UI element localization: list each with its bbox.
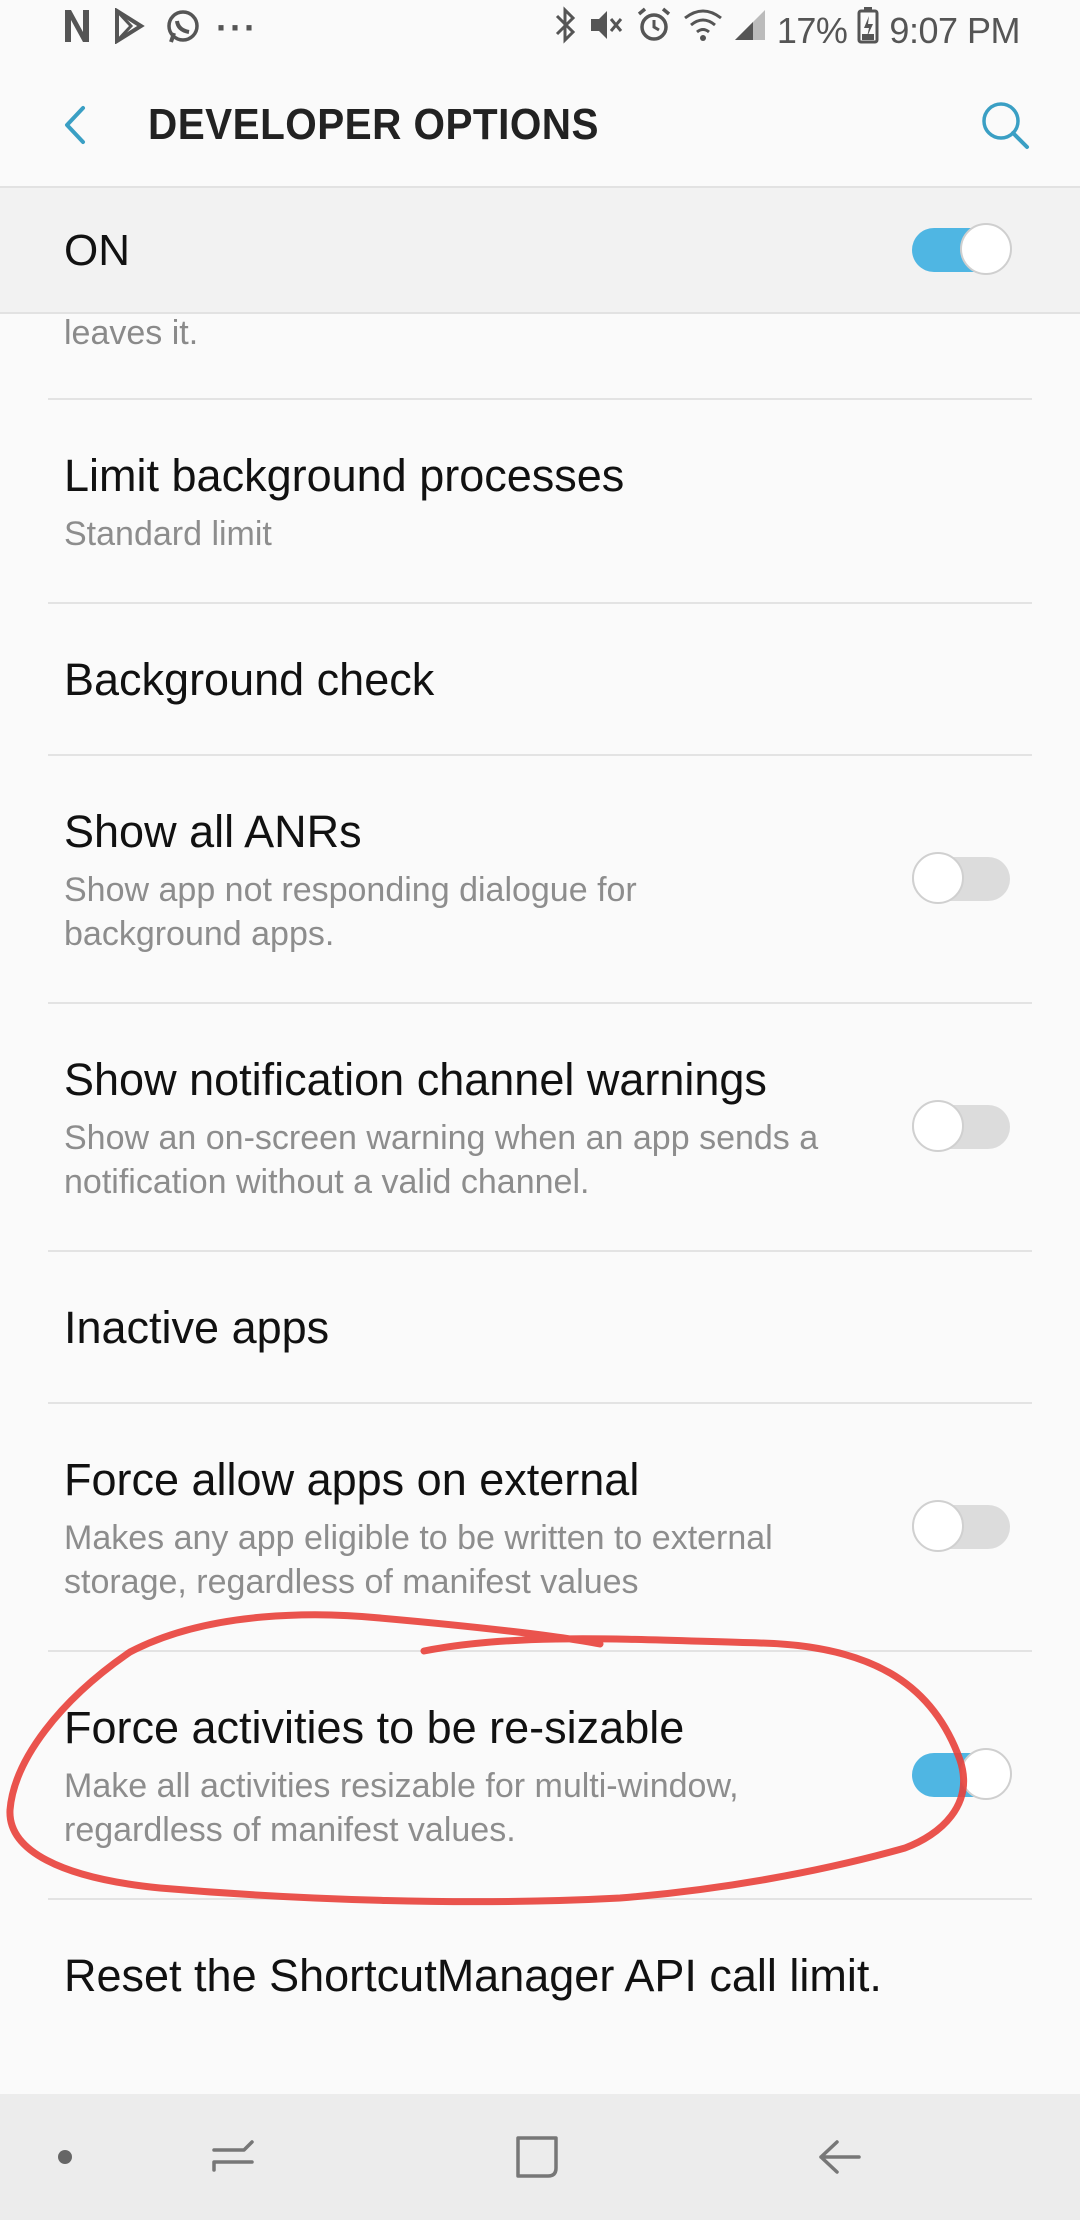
recents-button[interactable] xyxy=(200,2122,270,2192)
master-switch-label: ON xyxy=(64,226,130,275)
back-arrow-icon xyxy=(65,106,85,144)
list-item-show-all-anrs[interactable]: Show all ANRs Show app not responding di… xyxy=(0,756,1080,1002)
clock: 9:07 PM xyxy=(889,9,1020,51)
mute-icon xyxy=(587,6,625,55)
back-nav-button[interactable] xyxy=(805,2122,875,2192)
notification-channel-warnings-toggle[interactable] xyxy=(912,1100,1010,1152)
back-nav-icon xyxy=(819,2140,861,2174)
item-subtitle: Standard limit xyxy=(64,515,272,553)
more-icon: ··· xyxy=(216,7,258,48)
force-resizable-toggle[interactable] xyxy=(912,1748,1012,1800)
play-store-icon xyxy=(112,7,146,48)
item-title: Show notification channel warnings xyxy=(64,1054,767,1105)
system-icons: 17% 9:07 PM xyxy=(553,6,1020,55)
whatsapp-icon xyxy=(164,8,199,48)
home-button[interactable] xyxy=(502,2122,572,2192)
item-subtitle: Makes any app eligible to be written to … xyxy=(64,1519,773,1601)
search-button[interactable] xyxy=(970,90,1040,160)
item-title: Reset the ShortcutManager API call limit… xyxy=(64,1950,882,2001)
item-subtitle: Show app not responding dialogue for bac… xyxy=(64,871,637,953)
list-item-background-check[interactable]: Background check xyxy=(0,604,1080,754)
master-switch-row[interactable]: ON xyxy=(0,186,1080,314)
back-button[interactable] xyxy=(40,90,110,160)
item-title: Show all ANRs xyxy=(64,806,362,857)
list-item-reset-shortcutmanager[interactable]: Reset the ShortcutManager API call limit… xyxy=(0,1900,1080,2050)
navigation-bar xyxy=(0,2094,1080,2220)
list-item-force-allow-apps-on-external[interactable]: Force allow apps on external Makes any a… xyxy=(0,1404,1080,1650)
item-subtitle: Show an on-screen warning when an app se… xyxy=(64,1119,819,1201)
item-title: Force activities to be re-sizable xyxy=(64,1702,685,1753)
dot-icon xyxy=(58,2150,72,2164)
item-title: Background check xyxy=(64,654,435,705)
item-title: Inactive apps xyxy=(64,1302,330,1353)
force-allow-external-toggle[interactable] xyxy=(912,1500,1010,1552)
status-bar: ··· 17% 9:07 PM xyxy=(0,0,1080,62)
recents-icon xyxy=(212,2140,254,2172)
list-item-limit-background-processes[interactable]: Limit background processes Standard limi… xyxy=(0,400,1080,602)
list-item-inactive-apps[interactable]: Inactive apps xyxy=(0,1252,1080,1402)
item-subtitle: Make all activities resizable for multi-… xyxy=(64,1767,739,1849)
nav-dot-button[interactable] xyxy=(30,2122,100,2192)
master-toggle[interactable] xyxy=(912,223,1012,275)
item-title: Limit background processes xyxy=(64,450,625,501)
alarm-icon xyxy=(635,6,673,55)
notification-icons: ··· xyxy=(60,7,258,48)
home-icon xyxy=(516,2136,558,2178)
battery-icon xyxy=(857,6,879,55)
search-icon xyxy=(982,102,1029,149)
partial-description: leaves it. xyxy=(64,314,199,352)
wifi-icon xyxy=(683,8,723,53)
list-item-force-activities-resizable[interactable]: Force activities to be re-sizable Make a… xyxy=(0,1652,1080,1898)
list-item-show-notification-channel-warnings[interactable]: Show notification channel warnings Show … xyxy=(0,1004,1080,1250)
page-title: DEVELOPER OPTIONS xyxy=(148,100,599,149)
show-all-anrs-toggle[interactable] xyxy=(912,852,1010,904)
n-icon xyxy=(60,8,94,48)
signal-icon xyxy=(733,8,767,53)
app-bar: DEVELOPER OPTIONS xyxy=(0,62,1080,186)
battery-percent: 17% xyxy=(776,9,848,51)
bluetooth-icon xyxy=(553,6,577,55)
item-title: Force allow apps on external xyxy=(64,1454,640,1505)
